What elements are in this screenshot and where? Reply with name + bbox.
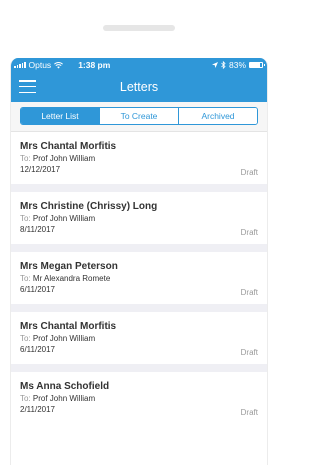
status-badge: Draft: [240, 228, 258, 237]
recipient-name: Prof John William: [32, 394, 96, 403]
navigation-bar: Letters: [11, 72, 267, 102]
patient-name: Mrs Megan Peterson: [20, 261, 118, 272]
tab-letter-list[interactable]: Letter List: [21, 108, 99, 124]
to-label: To:: [20, 394, 31, 403]
recipient-name: Prof John William: [32, 214, 96, 223]
tab-to-create[interactable]: To Create: [99, 108, 178, 124]
list-item[interactable]: Ms Anna Schofield To: Prof John William …: [11, 372, 267, 424]
patient-name: Mrs Christine (Chrissy) Long: [20, 201, 158, 212]
letter-date: 12/12/2017: [20, 165, 61, 174]
segmented-control: Letter List To Create Archived: [20, 107, 258, 125]
signal-icon: [14, 62, 26, 68]
phone-screen: Optus 1:38 pm 83% Letters Letter List To…: [10, 58, 268, 465]
list-item[interactable]: Mrs Chantal Morfitis To: Prof John Willi…: [11, 312, 267, 364]
letter-date: 6/11/2017: [20, 345, 55, 354]
top-drag-handle: [103, 25, 175, 31]
to-label: To:: [20, 334, 31, 343]
status-time: 1:38 pm: [78, 60, 111, 70]
status-badge: Draft: [240, 348, 258, 357]
page-title: Letters: [119, 80, 159, 94]
recipient-name: Prof John William: [32, 334, 96, 343]
tab-bar-container: Letter List To Create Archived: [11, 102, 267, 132]
patient-name: Ms Anna Schofield: [20, 381, 110, 392]
patient-name: Mrs Chantal Morfitis: [20, 321, 117, 332]
carrier-label: Optus: [28, 60, 52, 70]
letter-date: 6/11/2017: [20, 285, 55, 294]
recipient-name: Prof John William: [32, 154, 96, 163]
status-badge: Draft: [240, 408, 258, 417]
to-label: To:: [20, 214, 31, 223]
bluetooth-icon: [221, 61, 226, 69]
status-badge: Draft: [240, 288, 258, 297]
list-item[interactable]: Mrs Megan Peterson To: Mr Alexandra Rome…: [11, 252, 267, 304]
to-label: To:: [20, 154, 31, 163]
location-icon: [211, 62, 218, 68]
status-badge: Draft: [240, 168, 258, 177]
status-bar: Optus 1:38 pm 83%: [11, 58, 267, 72]
letter-date: 2/11/2017: [20, 405, 55, 414]
letter-list: Mrs Chantal Morfitis To: Prof John Willi…: [11, 132, 267, 424]
patient-name: Mrs Chantal Morfitis: [20, 141, 117, 152]
list-item[interactable]: Mrs Christine (Chrissy) Long To: Prof Jo…: [11, 192, 267, 244]
to-label: To:: [20, 274, 31, 283]
hamburger-icon[interactable]: [19, 80, 36, 93]
letter-date: 8/11/2017: [20, 225, 55, 234]
wifi-icon: [54, 61, 64, 68]
list-item[interactable]: Mrs Chantal Morfitis To: Prof John Willi…: [11, 132, 267, 184]
tab-archived[interactable]: Archived: [178, 108, 257, 124]
battery-icon: [249, 62, 265, 68]
recipient-name: Mr Alexandra Romete: [32, 274, 111, 283]
battery-percent: 83%: [228, 60, 246, 70]
